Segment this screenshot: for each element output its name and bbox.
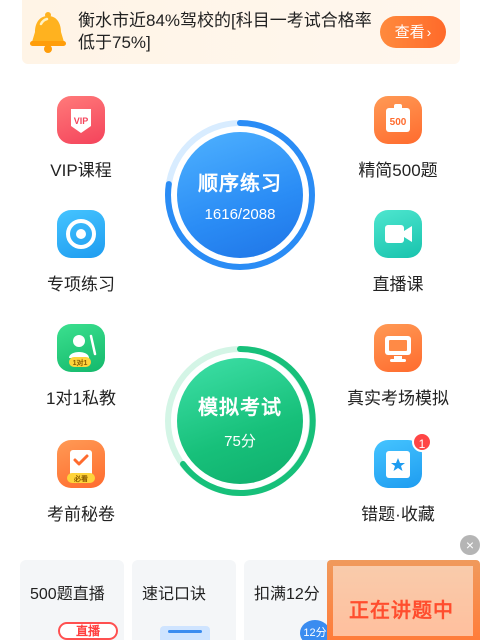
live-class-item[interactable]: 直播课 [343, 210, 453, 295]
500-icon-text: 500 [390, 117, 407, 128]
special-practice-item[interactable]: 专项练习 [26, 210, 136, 295]
target-icon [57, 210, 105, 258]
real-exam-sim-label: 真实考场模拟 [347, 389, 449, 408]
mistakes-favorites-label: 错题·收藏 [361, 505, 435, 524]
sequential-practice-title: 顺序练习 [198, 173, 282, 195]
pre-exam-paper-item[interactable]: 必看 考前秘卷 [26, 440, 136, 525]
bell-icon [30, 12, 66, 53]
live-floating-window[interactable]: 正在讲题中 [327, 560, 480, 640]
live-tag: 直播 [58, 622, 118, 640]
live-status-label: 正在讲题中 [349, 600, 454, 622]
mock-exam-score: 75分 [224, 433, 256, 450]
card-500-live[interactable]: 500题直播 直播 [20, 560, 124, 640]
sequential-practice-progress: 1616/2088 [204, 206, 276, 223]
bookmark-star-icon: 1 [374, 432, 432, 488]
special-practice-label: 专项练习 [47, 275, 115, 294]
chevron-right-icon: › [426, 24, 432, 40]
card-500-live-label: 500题直播 [30, 586, 105, 603]
card-mnemonics[interactable]: 速记口诀 [132, 560, 236, 640]
view-button[interactable]: 查看 › [380, 16, 446, 48]
vip-course-item[interactable]: VIP VIP课程 [26, 96, 136, 181]
sequential-practice-button[interactable]: 顺序练习 1616/2088 [163, 118, 317, 272]
mock-exam-title: 模拟考试 [198, 397, 282, 419]
points-tag: 12分 [300, 620, 330, 640]
video-camera-icon [374, 210, 422, 258]
paper-icon-text: 必看 [73, 474, 88, 483]
view-button-label: 查看 [394, 24, 425, 41]
close-icon[interactable]: × [460, 535, 480, 555]
banner-text: 衡水市近84%驾校的[科目一考试合格率低于75%] [78, 11, 372, 52]
vip-icon: VIP [57, 96, 105, 144]
private-tutor-label: 1对1私教 [46, 389, 116, 408]
live-class-label: 直播课 [372, 275, 424, 294]
mistakes-count-badge: 1 [412, 432, 432, 452]
monitor-icon [374, 324, 422, 372]
private-tutor-item[interactable]: 1对1 1对1私教 [26, 324, 136, 409]
document-500-icon: 500 [374, 96, 422, 144]
card-12-points-label: 扣满12分 [254, 586, 320, 603]
simplified-500-item[interactable]: 500 精简500题 [343, 96, 453, 181]
notice-banner[interactable]: 衡水市近84%驾校的[科目一考试合格率低于75%] 查看 › [22, 0, 460, 64]
mistakes-favorites-item[interactable]: 1 错题·收藏 [343, 432, 453, 525]
card-mnemonics-label: 速记口诀 [142, 586, 207, 603]
vip-icon-text: VIP [74, 116, 89, 126]
secret-paper-icon: 必看 [57, 440, 105, 488]
tutor-icon: 1对1 [57, 324, 105, 372]
real-exam-sim-item[interactable]: 真实考场模拟 [343, 324, 453, 409]
notebook-icon [160, 626, 210, 640]
simplified-500-label: 精简500题 [358, 161, 438, 180]
pre-exam-paper-label: 考前秘卷 [47, 505, 115, 524]
tutor-icon-text: 1对1 [73, 358, 88, 367]
mock-exam-button[interactable]: 模拟考试 75分 [163, 344, 317, 498]
vip-course-label: VIP课程 [50, 161, 112, 180]
